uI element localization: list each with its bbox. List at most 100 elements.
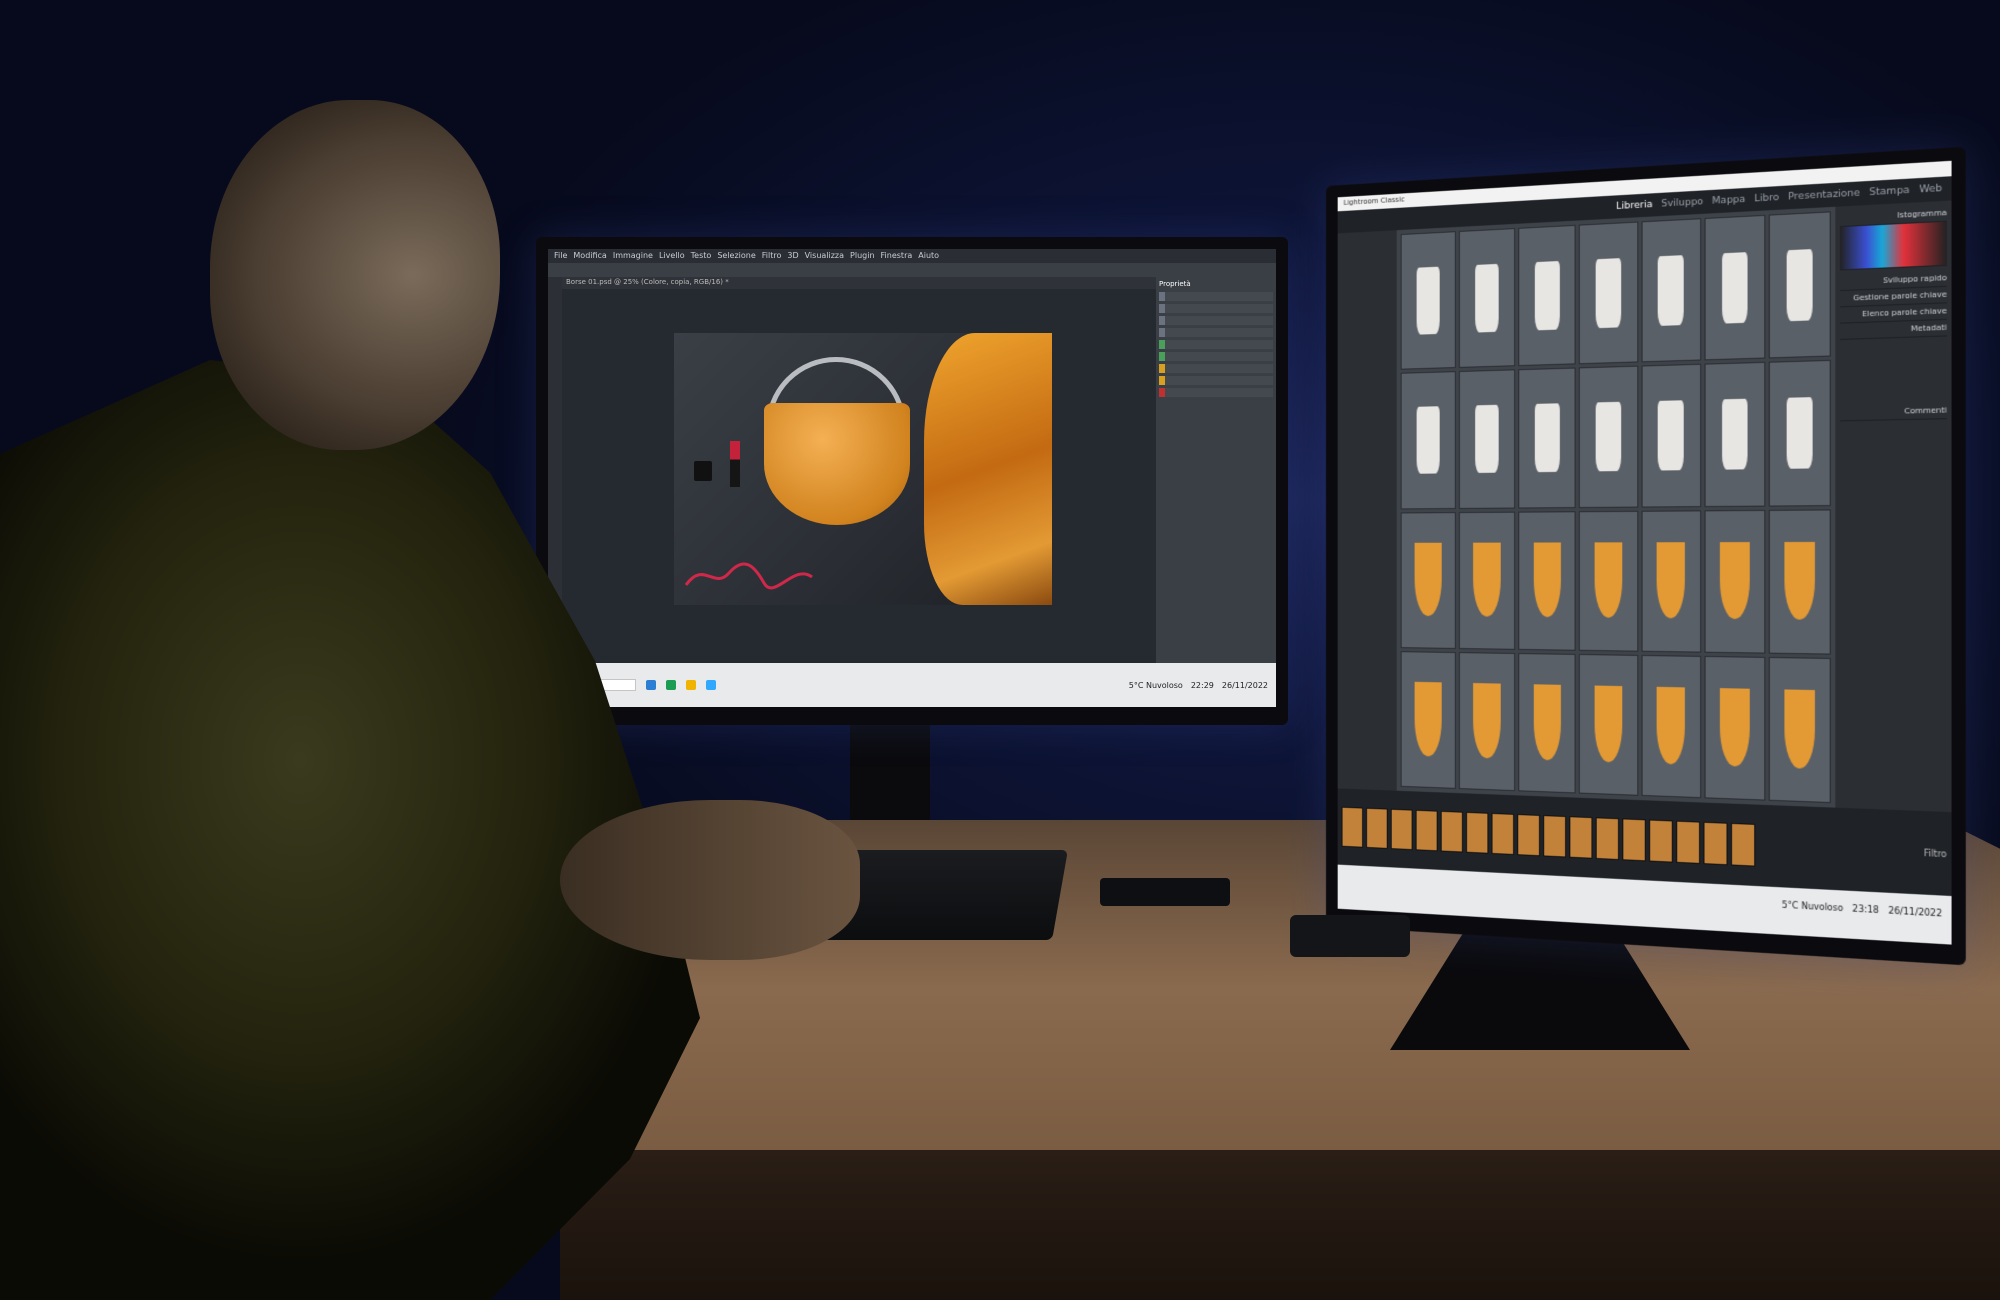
ps-panels[interactable]: Proprietà bbox=[1156, 277, 1276, 663]
person-hand-on-mouse bbox=[560, 800, 860, 960]
filmstrip-thumb[interactable] bbox=[1441, 811, 1463, 853]
module-libreria[interactable]: Libreria bbox=[1616, 200, 1652, 213]
ps-menu-item[interactable]: Plugin bbox=[850, 251, 875, 261]
grid-thumbnail[interactable] bbox=[1519, 511, 1577, 651]
ps-menu-item[interactable]: Modifica bbox=[573, 251, 606, 261]
layer-row[interactable] bbox=[1159, 328, 1273, 337]
grid-thumbnail[interactable] bbox=[1704, 215, 1765, 361]
taskbar-app-icon[interactable] bbox=[706, 680, 716, 690]
layer-row[interactable] bbox=[1159, 376, 1273, 385]
filmstrip-thumb[interactable] bbox=[1517, 814, 1540, 856]
grid-thumbnail[interactable] bbox=[1769, 360, 1831, 506]
grid-thumbnail[interactable] bbox=[1641, 655, 1701, 799]
monitor-right: Lightroom Classic Libreria Sviluppo Mapp… bbox=[1326, 147, 1966, 966]
layer-row[interactable] bbox=[1159, 304, 1273, 313]
module-stampa[interactable]: Stampa bbox=[1869, 185, 1909, 198]
filmstrip-thumb[interactable] bbox=[1596, 817, 1619, 860]
ps-menu-item[interactable]: Aiuto bbox=[918, 251, 939, 261]
grid-thumbnail[interactable] bbox=[1579, 654, 1638, 796]
filmstrip-thumb[interactable] bbox=[1569, 816, 1592, 859]
panel-comments[interactable]: Commenti bbox=[1840, 403, 1947, 422]
grid-thumbnail[interactable] bbox=[1579, 366, 1638, 508]
weather-status[interactable]: 5°C Nuvoloso bbox=[1782, 900, 1843, 913]
filmstrip-thumb[interactable] bbox=[1649, 819, 1673, 862]
module-sviluppo[interactable]: Sviluppo bbox=[1661, 197, 1703, 210]
taskbar-app-icon[interactable] bbox=[686, 680, 696, 690]
ps-menu-item[interactable]: Testo bbox=[691, 251, 712, 261]
orange-silk bbox=[924, 333, 1052, 605]
clock-date[interactable]: 26/11/2022 bbox=[1888, 906, 1942, 919]
ps-menu-item[interactable]: Selezione bbox=[717, 251, 755, 261]
ps-options-bar[interactable] bbox=[548, 263, 1276, 277]
filmstrip-thumb[interactable] bbox=[1622, 818, 1646, 861]
desk-edge bbox=[560, 1150, 2000, 1300]
grid-thumbnail[interactable] bbox=[1704, 656, 1765, 801]
grid-thumbnail[interactable] bbox=[1704, 509, 1765, 653]
grid-thumbnail[interactable] bbox=[1519, 225, 1577, 367]
filmstrip-thumb[interactable] bbox=[1391, 809, 1413, 850]
module-presentazione[interactable]: Presentazione bbox=[1788, 188, 1860, 203]
module-libro[interactable]: Libro bbox=[1754, 193, 1779, 205]
grid-thumbnail[interactable] bbox=[1401, 651, 1456, 789]
grid-thumbnail[interactable] bbox=[1401, 512, 1456, 649]
grid-thumbnail[interactable] bbox=[1401, 231, 1456, 370]
layer-row[interactable] bbox=[1159, 316, 1273, 325]
clock-time[interactable]: 23:18 bbox=[1852, 904, 1879, 915]
layer-row[interactable] bbox=[1159, 388, 1273, 397]
weather-status[interactable]: 5°C Nuvoloso bbox=[1129, 681, 1183, 690]
filmstrip-thumb[interactable] bbox=[1703, 822, 1727, 866]
filmstrip-thumb[interactable] bbox=[1416, 810, 1438, 852]
filmstrip-thumb[interactable] bbox=[1492, 813, 1515, 855]
ps-menu-item[interactable]: Livello bbox=[659, 251, 685, 261]
lr-left-panel[interactable] bbox=[1338, 230, 1397, 791]
module-mappa[interactable]: Mappa bbox=[1712, 194, 1745, 207]
ps-document-tab[interactable]: Borse 01.psd @ 25% (Colore, copia, RGB/1… bbox=[562, 277, 1156, 289]
grid-thumbnail[interactable] bbox=[1401, 371, 1456, 509]
grid-thumbnail[interactable] bbox=[1519, 653, 1577, 794]
ps-menu-item[interactable]: 3D bbox=[787, 251, 798, 261]
monitor-left: File Modifica Immagine Livello Testo Sel… bbox=[536, 237, 1288, 725]
filmstrip-thumb[interactable] bbox=[1366, 808, 1388, 849]
panel-metadata[interactable]: Metadati bbox=[1840, 320, 1947, 340]
grid-thumbnail[interactable] bbox=[1769, 657, 1831, 803]
grid-thumbnail[interactable] bbox=[1459, 228, 1515, 368]
grid-thumbnail[interactable] bbox=[1704, 362, 1765, 507]
filmstrip-thumb[interactable] bbox=[1543, 815, 1566, 858]
lr-right-panel[interactable]: Istogramma Sviluppo rapido Gestione paro… bbox=[1835, 201, 1951, 813]
grid-thumbnail[interactable] bbox=[1641, 364, 1701, 507]
ps-canvas-area[interactable] bbox=[562, 289, 1156, 663]
clock-date[interactable]: 26/11/2022 bbox=[1222, 681, 1268, 690]
grid-thumbnail[interactable] bbox=[1579, 222, 1638, 365]
taskbar-app-icon[interactable] bbox=[666, 680, 676, 690]
grid-thumbnail[interactable] bbox=[1459, 511, 1515, 649]
grid-thumbnail[interactable] bbox=[1641, 218, 1701, 362]
ps-menu-item[interactable]: Finestra bbox=[881, 251, 913, 261]
ps-menu-item[interactable]: File bbox=[554, 251, 567, 261]
ps-menu-item[interactable]: Filtro bbox=[762, 251, 782, 261]
filmstrip-thumb[interactable] bbox=[1466, 812, 1488, 854]
lr-grid-view[interactable] bbox=[1397, 207, 1836, 808]
layer-row[interactable] bbox=[1159, 364, 1273, 373]
filmstrip-filter-label[interactable]: Filtro bbox=[1924, 848, 1947, 859]
ps-document-image bbox=[674, 333, 1052, 605]
layer-row[interactable] bbox=[1159, 292, 1273, 301]
grid-thumbnail[interactable] bbox=[1641, 510, 1701, 653]
layer-row[interactable] bbox=[1159, 352, 1273, 361]
grid-thumbnail[interactable] bbox=[1769, 509, 1831, 655]
grid-thumbnail[interactable] bbox=[1769, 211, 1831, 358]
ps-menu-item[interactable]: Immagine bbox=[613, 251, 653, 261]
taskbar-app-icon[interactable] bbox=[646, 680, 656, 690]
lightroom-screen: Lightroom Classic Libreria Sviluppo Mapp… bbox=[1338, 161, 1952, 945]
grid-thumbnail[interactable] bbox=[1519, 368, 1577, 508]
person-head bbox=[210, 100, 500, 450]
grid-thumbnail[interactable] bbox=[1459, 652, 1515, 791]
grid-thumbnail[interactable] bbox=[1459, 370, 1515, 509]
filmstrip-thumb[interactable] bbox=[1731, 823, 1755, 867]
ps-menu-item[interactable]: Visualizza bbox=[805, 251, 844, 261]
module-web[interactable]: Web bbox=[1919, 183, 1942, 195]
filmstrip-thumb[interactable] bbox=[1342, 807, 1364, 848]
clock-time[interactable]: 22:29 bbox=[1191, 681, 1214, 690]
grid-thumbnail[interactable] bbox=[1579, 510, 1638, 651]
layer-row[interactable] bbox=[1159, 340, 1273, 349]
filmstrip-thumb[interactable] bbox=[1676, 821, 1700, 864]
